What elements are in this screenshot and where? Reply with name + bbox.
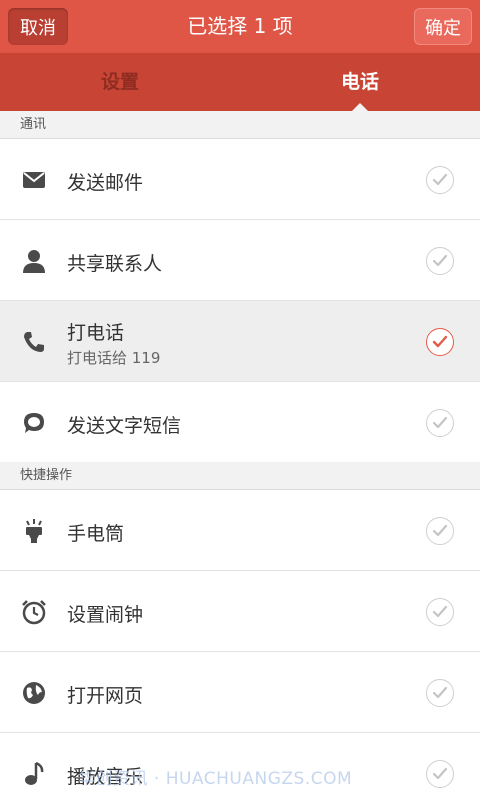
mail-icon: [20, 166, 48, 194]
check-icon: [432, 767, 448, 780]
list-item-share-contact[interactable]: 共享联系人: [0, 220, 480, 301]
item-label: 打开网页: [67, 685, 144, 707]
check-icon: [432, 173, 448, 186]
check-icon: [432, 686, 448, 699]
item-label: 共享联系人: [67, 253, 163, 275]
page-title: 已选择 1 项: [187, 14, 293, 38]
item-sublabel: 打电话给 119: [67, 349, 161, 367]
check-icon: [432, 524, 448, 537]
list-item-flashlight[interactable]: 手电筒: [0, 490, 480, 571]
section-header-communication: 通讯: [0, 111, 480, 139]
person-icon: [20, 247, 48, 275]
list-item-open-webpage[interactable]: 打开网页: [0, 652, 480, 733]
checkbox[interactable]: [426, 760, 454, 788]
message-bubble-icon: [20, 409, 48, 437]
watermark: 华创资讯 · HUACHUANGZS.COM: [78, 769, 353, 789]
checkbox[interactable]: [426, 247, 454, 275]
item-label: 手电筒: [67, 523, 125, 545]
list-item-call[interactable]: 打电话 打电话给 119: [0, 301, 480, 382]
section-header-shortcuts: 快捷操作: [0, 462, 480, 490]
item-label: 发送文字短信: [67, 415, 182, 437]
confirm-button[interactable]: 确定: [414, 8, 472, 45]
check-icon: [432, 416, 448, 429]
item-label: 发送邮件: [67, 172, 144, 194]
top-bar: 取消 已选择 1 项 确定: [0, 0, 480, 53]
item-label: 打电话: [67, 322, 125, 344]
tab-settings[interactable]: 设置: [0, 53, 240, 111]
flashlight-icon: [20, 517, 48, 545]
checkbox[interactable]: [426, 409, 454, 437]
checkbox-checked[interactable]: [426, 328, 454, 356]
check-icon: [432, 335, 448, 348]
alarm-clock-icon: [20, 598, 48, 626]
list-item-set-alarm[interactable]: 设置闹钟: [0, 571, 480, 652]
tab-bar: 设置 电话: [0, 53, 480, 111]
active-tab-indicator: [352, 103, 368, 111]
checkbox[interactable]: [426, 598, 454, 626]
check-icon: [432, 254, 448, 267]
checkbox[interactable]: [426, 166, 454, 194]
phone-icon: [20, 328, 48, 356]
check-icon: [432, 605, 448, 618]
music-note-icon: [20, 760, 48, 788]
list-item-send-sms[interactable]: 发送文字短信: [0, 382, 480, 463]
item-label: 设置闹钟: [67, 604, 144, 626]
list-item-send-email[interactable]: 发送邮件: [0, 139, 480, 220]
checkbox[interactable]: [426, 517, 454, 545]
globe-icon: [20, 679, 48, 707]
checkbox[interactable]: [426, 679, 454, 707]
